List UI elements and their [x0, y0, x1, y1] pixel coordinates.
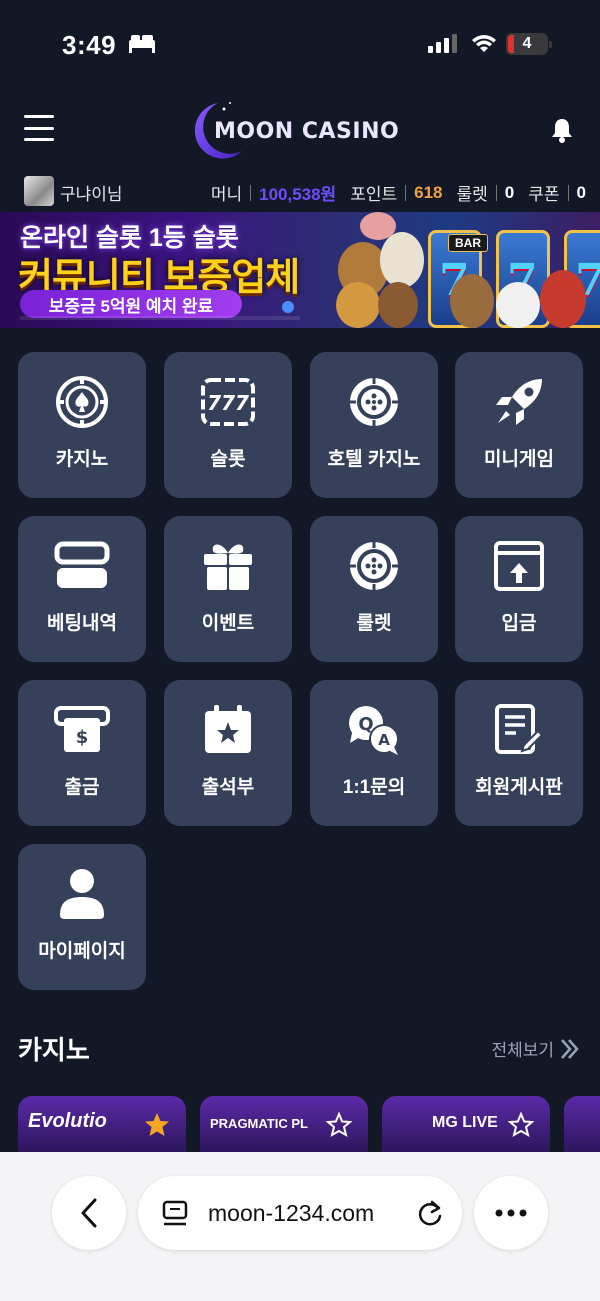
url-text: moon-1234.com [208, 1200, 375, 1226]
favorite-star-icon[interactable] [144, 1112, 170, 1138]
menu-label: 룰렛 [356, 613, 392, 634]
ellipsis-icon [495, 1209, 527, 1217]
menu-label: 1:1문의 [342, 777, 406, 798]
menu-label: 마이페이지 [38, 941, 126, 962]
user-icon [60, 869, 104, 919]
see-all-label: 전체보기 [491, 1041, 554, 1060]
wifi-icon [472, 35, 496, 52]
menu-tile-betting-history[interactable]: 베팅내역 [18, 516, 146, 662]
svg-text:777: 777 [207, 391, 249, 415]
menu-tile-attendance[interactable]: 출석부 [164, 680, 292, 826]
menu-tile-deposit[interactable]: 입금 [455, 516, 583, 662]
gift-icon [204, 544, 252, 590]
menu-tile-slot[interactable]: 777 슬롯 [164, 352, 292, 498]
card-label: PRAGMATIC PL [210, 1116, 308, 1131]
menu-tile-withdraw[interactable]: $ 출금 [18, 680, 146, 826]
roulette-icon [350, 542, 398, 590]
app-header: MOON CASINO [0, 95, 600, 165]
casino-card-next[interactable] [564, 1096, 600, 1156]
deposit-icon [494, 541, 544, 591]
rocket-icon [496, 379, 542, 425]
attendance-calendar-icon [205, 705, 251, 753]
back-button[interactable] [52, 1176, 126, 1250]
sleep-focus-icon [129, 35, 155, 53]
menu-label: 미니게임 [484, 449, 554, 470]
coupon-value[interactable]: 0 [577, 183, 586, 203]
casino-card-mg-live[interactable]: MG LIVE [382, 1096, 550, 1156]
card-label: MG LIVE [432, 1114, 498, 1131]
menu-label: 출석부 [201, 777, 255, 798]
menu-label: 베팅내역 [47, 613, 117, 634]
menu-label: 슬롯 [210, 449, 246, 470]
logo-text: MOON CASINO [214, 119, 400, 144]
betting-history-icon [54, 541, 110, 588]
slot-machine-artwork: 7 7 7 [320, 212, 600, 328]
banner-page-dot[interactable] [282, 301, 294, 313]
roulette-value[interactable]: 0 [505, 183, 514, 203]
section-title-casino: 카지노 [18, 1035, 90, 1065]
point-value[interactable]: 618 [414, 183, 442, 203]
moon-casino-logo[interactable]: MOON CASINO [184, 99, 424, 163]
banner-progress [20, 316, 300, 320]
menu-label: 회원게시판 [475, 777, 563, 798]
banner-badge: 보증금 5억원 예치 완료 [20, 290, 242, 318]
menu-tile-roulette[interactable]: 룰렛 [310, 516, 438, 662]
card-label: Evolutio [28, 1110, 107, 1132]
double-chevron-right-icon [561, 1038, 579, 1059]
cellular-signal-icon [428, 34, 457, 53]
menu-hamburger-icon[interactable] [24, 115, 54, 141]
reload-icon[interactable] [416, 1198, 444, 1228]
user-info-row: 구냐이님 머니 100,538원 포인트 618 룰렛 0 쿠폰 0 [0, 172, 600, 208]
menu-label: 입금 [501, 613, 537, 634]
status-bar: 3:49 4 [0, 0, 600, 90]
coupon-label: 쿠폰 [528, 185, 560, 204]
user-avatar[interactable] [24, 176, 54, 206]
user-stats: 머니 100,538원 포인트 618 룰렛 0 쿠폰 0 [211, 180, 586, 205]
board-icon [495, 704, 544, 754]
browser-toolbar: moon-1234.com [0, 1152, 600, 1301]
menu-label: 호텔 카지노 [327, 449, 421, 470]
casino-card-pragmatic[interactable]: PRAGMATIC PL [200, 1096, 368, 1156]
casino-chip-icon [56, 376, 108, 428]
menu-tile-minigame[interactable]: 미니게임 [455, 352, 583, 498]
more-options-button[interactable] [474, 1176, 548, 1250]
menu-label: 출금 [64, 777, 100, 798]
battery-indicator: 4 [506, 33, 552, 55]
status-time: 3:49 [62, 30, 117, 60]
page-menu-icon[interactable] [162, 1200, 188, 1228]
notification-bell-icon[interactable] [550, 117, 574, 143]
casino-card-evolution[interactable]: Evolutio [18, 1096, 186, 1156]
slot-777-icon: 777 [201, 378, 255, 426]
bar-symbol: BAR [448, 234, 488, 252]
svg-text:$: $ [76, 727, 89, 748]
money-label: 머니 [210, 185, 243, 204]
promo-banner[interactable]: 온라인 슬롯 1등 슬롯 커뮤니티 보증업체 보증금 5억원 예치 완료 7 7… [0, 212, 600, 328]
star-outline-icon[interactable] [326, 1112, 352, 1138]
menu-tile-hotel-casino[interactable]: 호텔 카지노 [310, 352, 438, 498]
star-outline-icon[interactable] [508, 1112, 534, 1138]
menu-tile-board[interactable]: 회원게시판 [455, 680, 583, 826]
casino-cards: Evolutio PRAGMATIC PL MG LIVE [18, 1096, 600, 1156]
battery-level: 4 [522, 35, 532, 52]
see-all-link[interactable]: 전체보기 [491, 1036, 580, 1061]
roulette-label: 룰렛 [456, 185, 488, 204]
menu-label: 카지노 [55, 449, 109, 470]
point-label: 포인트 [350, 185, 398, 204]
menu-tile-casino[interactable]: 카지노 [18, 352, 146, 498]
roulette-wheel-icon [350, 378, 398, 426]
menu-tile-event[interactable]: 이벤트 [164, 516, 292, 662]
withdraw-icon: $ [54, 706, 110, 752]
menu-tile-mypage[interactable]: 마이페이지 [18, 844, 146, 990]
chevron-left-icon [81, 1198, 97, 1228]
address-bar[interactable]: moon-1234.com [138, 1176, 462, 1250]
menu-tile-qa[interactable]: Q A 1:1문의 [310, 680, 438, 826]
menu-label: 이벤트 [201, 613, 255, 634]
qa-chat-icon: Q A [349, 706, 399, 755]
money-value[interactable]: 100,538원 [259, 180, 336, 205]
svg-text:A: A [378, 731, 390, 749]
username[interactable]: 구냐이님 [60, 180, 123, 205]
